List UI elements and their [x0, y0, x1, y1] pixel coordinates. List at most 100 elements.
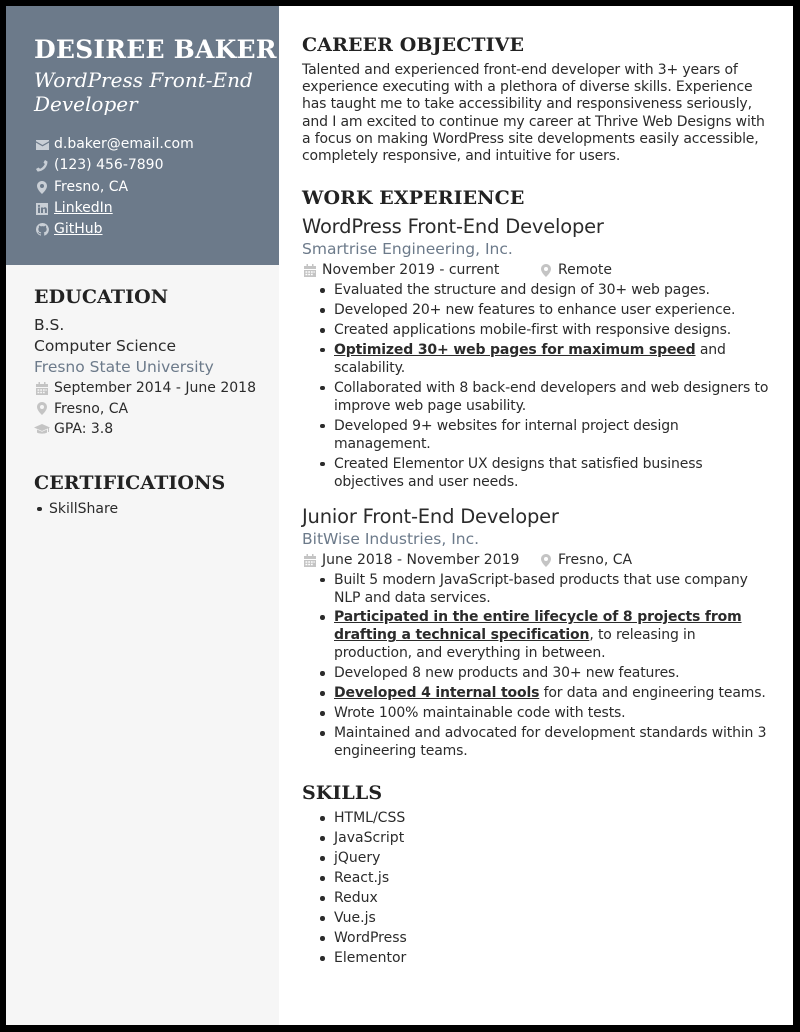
job-dates-text: June 2018 - November 2019	[322, 551, 520, 568]
education-location-text: Fresno, CA	[54, 400, 129, 417]
email-text: d.baker@email.com	[54, 136, 194, 152]
location-text: Fresno, CA	[54, 178, 129, 195]
objective-text: Talented and experienced front-end devel…	[302, 62, 765, 165]
education-heading: EDUCATION	[34, 286, 169, 308]
bullet-text: Developed 20+ new features to enhance us…	[334, 302, 736, 319]
education-dates-text: September 2014 - June 2018	[54, 380, 256, 396]
job-bullet: Evaluated the structure and design of 30…	[319, 281, 772, 299]
job-bullets: Built 5 modern JavaScript-based products…	[319, 571, 772, 760]
skill-item: Vue.js	[319, 908, 772, 928]
education-degree: B.S.	[34, 316, 65, 334]
certifications-list: SkillShare	[34, 499, 269, 519]
main-content: CAREER OBJECTIVE Talented and experience…	[302, 33, 772, 968]
job-meta: November 2019 - current Remote	[302, 260, 772, 281]
sidebar-body: EDUCATION B.S. Computer Science Fresno S…	[34, 285, 269, 519]
map-pin-icon	[538, 553, 554, 567]
job-bullet: Developed 9+ websites for internal proje…	[319, 417, 772, 453]
certification-item: SkillShare	[34, 499, 269, 519]
linkedin-icon	[34, 202, 50, 216]
job-company: BitWise Industries, Inc.	[302, 529, 480, 548]
job-entry: Junior Front-End Developer BitWise Indus…	[302, 505, 772, 760]
objective-heading: CAREER OBJECTIVE	[302, 34, 525, 56]
map-pin-icon	[538, 264, 554, 278]
education-field: Computer Science	[34, 337, 177, 355]
github-link[interactable]: GitHub	[54, 219, 103, 240]
job-bullet: Developed 20+ new features to enhance us…	[319, 301, 772, 319]
skill-item: React.js	[319, 868, 772, 888]
bullet-text: Evaluated the structure and design of 30…	[334, 282, 710, 299]
contact-linkedin[interactable]: LinkedIn	[34, 198, 279, 219]
map-pin-icon	[34, 180, 50, 194]
job-bullet: Wrote 100% maintainable code with tests.	[319, 704, 772, 722]
education-school: Fresno State University	[34, 358, 214, 376]
job-bullet: Maintained and advocated for development…	[319, 724, 772, 760]
contact-list: d.baker@email.com (123) 456-7890 Fresno,…	[34, 134, 279, 240]
bullet-text: Created Elementor UX designs that satisf…	[334, 455, 703, 490]
job-entry: WordPress Front-End Developer Smartrise …	[302, 215, 772, 490]
job-bullet: Created Elementor UX designs that satisf…	[319, 455, 772, 491]
job-dates: November 2019 - current	[302, 260, 538, 281]
education-gpa-text: GPA: 3.8	[54, 421, 114, 437]
job-company: Smartrise Engineering, Inc.	[302, 240, 513, 259]
job-location-text: Fresno, CA	[558, 551, 633, 568]
job-title: Junior Front-End Developer	[302, 504, 559, 528]
calendar-icon	[34, 381, 50, 395]
job-bullet: Developed 4 internal tools for data and …	[319, 684, 772, 702]
job-bullet: Built 5 modern JavaScript-based products…	[319, 571, 772, 607]
sidebar: DESIREE BAKER WordPress Front-End Develo…	[6, 6, 279, 1025]
skill-item: WordPress	[319, 928, 772, 948]
education-gpa: GPA: 3.8	[34, 419, 269, 440]
graduation-cap-icon	[34, 422, 50, 436]
job-bullets: Evaluated the structure and design of 30…	[319, 281, 772, 490]
phone-icon	[34, 159, 50, 173]
skill-item: HTML/CSS	[319, 808, 772, 828]
bullet-text: Created applications mobile-first with r…	[334, 322, 732, 338]
skill-item: JavaScript	[319, 828, 772, 848]
bullet-text: Maintained and advocated for development…	[334, 725, 767, 760]
skills-list: HTML/CSS JavaScript jQuery React.js Redu…	[319, 808, 772, 968]
job-bullet: Optimized 30+ web pages for maximum spee…	[319, 341, 772, 377]
envelope-icon	[34, 138, 50, 152]
bullet-text: Developed 9+ websites for internal proje…	[334, 417, 679, 452]
job-bullet: Participated in the entire lifecycle of …	[319, 608, 772, 662]
bullet-text: Built 5 modern JavaScript-based products…	[334, 571, 748, 606]
contact-location: Fresno, CA	[34, 177, 279, 198]
job-bullet: Collaborated with 8 back-end developers …	[319, 379, 772, 415]
job-location-text: Remote	[558, 262, 613, 279]
job-title: WordPress Front-End Developer	[302, 215, 604, 239]
job-location: Remote	[538, 260, 612, 281]
skill-item: Elementor	[319, 948, 772, 968]
bullet-highlight: Developed 4 internal tools	[334, 685, 540, 702]
contact-github[interactable]: GitHub	[34, 219, 279, 240]
github-icon	[34, 223, 50, 237]
bullet-text: Wrote 100% maintainable code with tests.	[334, 705, 626, 722]
header-block: DESIREE BAKER WordPress Front-End Develo…	[6, 6, 279, 265]
skill-item: jQuery	[319, 848, 772, 868]
contact-email: d.baker@email.com	[34, 134, 279, 155]
bullet-text: Developed 8 new products and 30+ new fea…	[334, 665, 680, 682]
job-meta: June 2018 - November 2019 Fresno, CA	[302, 550, 772, 571]
bullet-text: Collaborated with 8 back-end developers …	[334, 379, 769, 414]
calendar-icon	[302, 264, 318, 278]
certifications-heading: CERTIFICATIONS	[34, 471, 226, 494]
map-pin-icon	[34, 402, 50, 416]
phone-text: (123) 456-7890	[54, 157, 164, 174]
skill-item: Redux	[319, 888, 772, 908]
job-dates-text: November 2019 - current	[322, 262, 500, 279]
resume-page: DESIREE BAKER WordPress Front-End Develo…	[6, 6, 793, 1025]
education-dates: September 2014 - June 2018	[34, 378, 269, 399]
candidate-name: DESIREE BAKER	[34, 35, 277, 64]
bullet-text: for data and engineering teams.	[539, 685, 766, 702]
contact-phone: (123) 456-7890	[34, 155, 279, 176]
skills-heading: SKILLS	[302, 782, 383, 805]
calendar-icon	[302, 553, 318, 567]
job-bullet: Created applications mobile-first with r…	[319, 321, 772, 339]
education-location: Fresno, CA	[34, 399, 269, 420]
job-dates: June 2018 - November 2019	[302, 550, 538, 571]
job-location: Fresno, CA	[538, 550, 632, 571]
experience-heading: WORK EXPERIENCE	[302, 187, 525, 210]
job-bullet: Developed 8 new products and 30+ new fea…	[319, 664, 772, 682]
linkedin-link[interactable]: LinkedIn	[54, 198, 113, 219]
bullet-highlight: Optimized 30+ web pages for maximum spee…	[334, 341, 696, 358]
candidate-title: WordPress Front-End Developer	[34, 68, 253, 116]
